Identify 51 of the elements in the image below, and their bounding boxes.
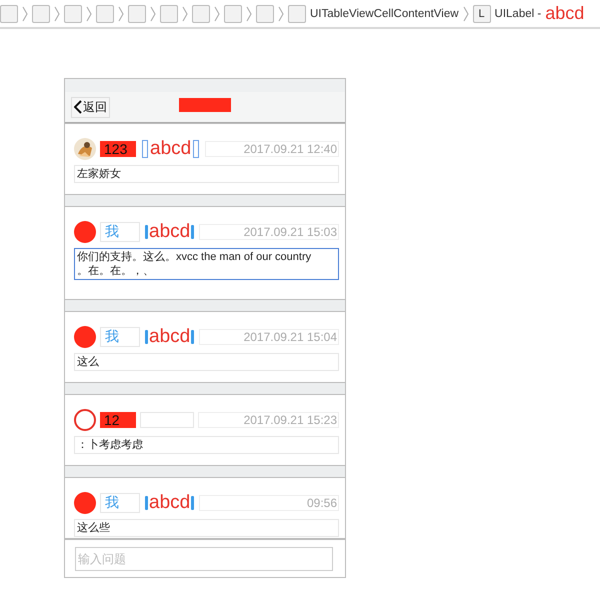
message-cell[interactable]: 我 abcd 2017.09.21 15:04 这么 bbox=[65, 311, 345, 383]
user-name: 12 bbox=[100, 412, 136, 428]
view-icon[interactable] bbox=[0, 4, 18, 22]
selected-label-text: abcd bbox=[545, 3, 584, 24]
breadcrumb-item[interactable]: UITableViewCellContentView bbox=[310, 8, 459, 20]
tag-label: abcd bbox=[140, 138, 202, 160]
tag-label: abcd bbox=[144, 492, 196, 514]
message-text: 左家娇女 bbox=[74, 165, 339, 183]
message-text: ：卜考虑考虑 bbox=[74, 436, 339, 454]
chevron-icon bbox=[86, 6, 92, 22]
chevron-icon bbox=[118, 6, 124, 22]
message-cell[interactable]: 我 abcd 2017.09.21 15:03 你们的支持。这么。xvcc the man of our country 。在。在。，、 bbox=[65, 206, 345, 300]
chevron-icon bbox=[246, 6, 252, 22]
message-cell[interactable]: 12 2017.09.21 15:23 ：卜考虑考虑 bbox=[65, 394, 345, 466]
chevron-icon bbox=[182, 6, 188, 22]
tag-label: abcd bbox=[144, 221, 196, 243]
message-text: 你们的支持。这么。xvcc the man of our country 。在。在。，、 bbox=[74, 248, 339, 280]
timestamp: 09:56 bbox=[199, 495, 339, 511]
view-icon[interactable] bbox=[224, 4, 242, 22]
view-icon[interactable] bbox=[96, 4, 114, 22]
timestamp: 2017.09.21 15:03 bbox=[199, 224, 339, 240]
view-icon[interactable] bbox=[160, 4, 178, 22]
chevron-icon bbox=[462, 6, 469, 22]
tag-label: abcd bbox=[144, 326, 196, 348]
chevron-icon bbox=[278, 6, 284, 22]
user-name: 我 bbox=[100, 222, 140, 242]
user-name: 我 bbox=[100, 327, 140, 347]
view-icon[interactable] bbox=[32, 4, 50, 22]
view-icon[interactable] bbox=[64, 4, 82, 22]
timestamp: 2017.09.21 12:40 bbox=[205, 141, 339, 157]
view-icon[interactable] bbox=[192, 4, 210, 22]
user-name: 123 bbox=[100, 141, 136, 157]
timestamp: 2017.09.21 15:23 bbox=[198, 412, 339, 428]
chevron-icon bbox=[54, 6, 60, 22]
view-icon[interactable] bbox=[128, 4, 146, 22]
message-cell[interactable]: 我 abcd 09:56 这么些 bbox=[65, 477, 345, 539]
input-field[interactable]: 输入问题 bbox=[75, 546, 333, 570]
chevron-icon bbox=[74, 100, 82, 114]
message-text: 这么些 bbox=[74, 519, 339, 537]
chevron-icon bbox=[22, 6, 28, 22]
user-name: 我 bbox=[100, 493, 140, 513]
view-icon[interactable] bbox=[288, 4, 306, 22]
label-icon[interactable]: L bbox=[472, 4, 491, 22]
timestamp: 2017.09.21 15:04 bbox=[199, 329, 339, 345]
message-cell[interactable]: 123 abcd 2017.09.21 12:40 左家娇女 bbox=[65, 123, 345, 195]
breadcrumb-item[interactable]: UILabel - bbox=[494, 8, 542, 20]
chevron-icon bbox=[214, 6, 220, 22]
chevron-icon bbox=[150, 6, 156, 22]
message-text: 这么 bbox=[74, 353, 339, 371]
back-button[interactable]: 返回 bbox=[71, 96, 110, 118]
view-icon[interactable] bbox=[256, 4, 274, 22]
